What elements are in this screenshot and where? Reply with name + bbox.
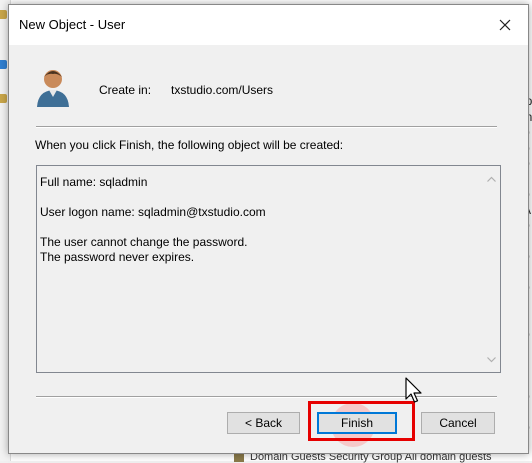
dialog-titlebar[interactable]: New Object - User — [9, 5, 528, 45]
finish-highlight-box — [308, 401, 415, 441]
user-icon — [37, 70, 69, 107]
back-button[interactable]: < Back — [227, 412, 300, 434]
mouse-cursor-icon — [405, 377, 422, 403]
scroll-down-button[interactable] — [483, 351, 500, 368]
dialog-title: New Object - User — [19, 17, 126, 32]
summary-line — [40, 190, 480, 205]
divider — [36, 126, 497, 128]
summary-line: User logon name: sqladmin@txstudio.com — [40, 205, 266, 219]
vertical-scrollbar[interactable] — [483, 166, 500, 372]
summary-line — [40, 220, 480, 235]
folder-icon — [0, 94, 7, 103]
folder-icon — [0, 10, 7, 19]
create-in-label: Create in: — [99, 83, 152, 97]
summary-line: The user cannot change the password. — [40, 235, 248, 249]
create-in-path: txstudio.com/Users — [171, 83, 274, 97]
finish-message: When you click Finish, the following obj… — [35, 138, 344, 152]
summary-line: The password never expires. — [40, 250, 195, 264]
chevron-up-icon — [487, 176, 496, 182]
close-icon — [499, 19, 511, 31]
summary-textbox[interactable]: Full name: sqladmin User logon name: sql… — [36, 165, 501, 373]
cancel-button[interactable]: Cancel — [421, 412, 495, 434]
chevron-down-icon — [487, 356, 496, 362]
close-button[interactable] — [482, 5, 528, 45]
new-object-user-dialog: New Object - User Create in: txstudio.co… — [8, 4, 529, 454]
summary-line: Full name: sqladmin — [40, 175, 148, 189]
divider — [36, 396, 497, 398]
scroll-up-button[interactable] — [483, 170, 500, 187]
summary-lines: Full name: sqladmin User logon name: sql… — [40, 175, 480, 265]
arrow-icon — [0, 60, 7, 69]
